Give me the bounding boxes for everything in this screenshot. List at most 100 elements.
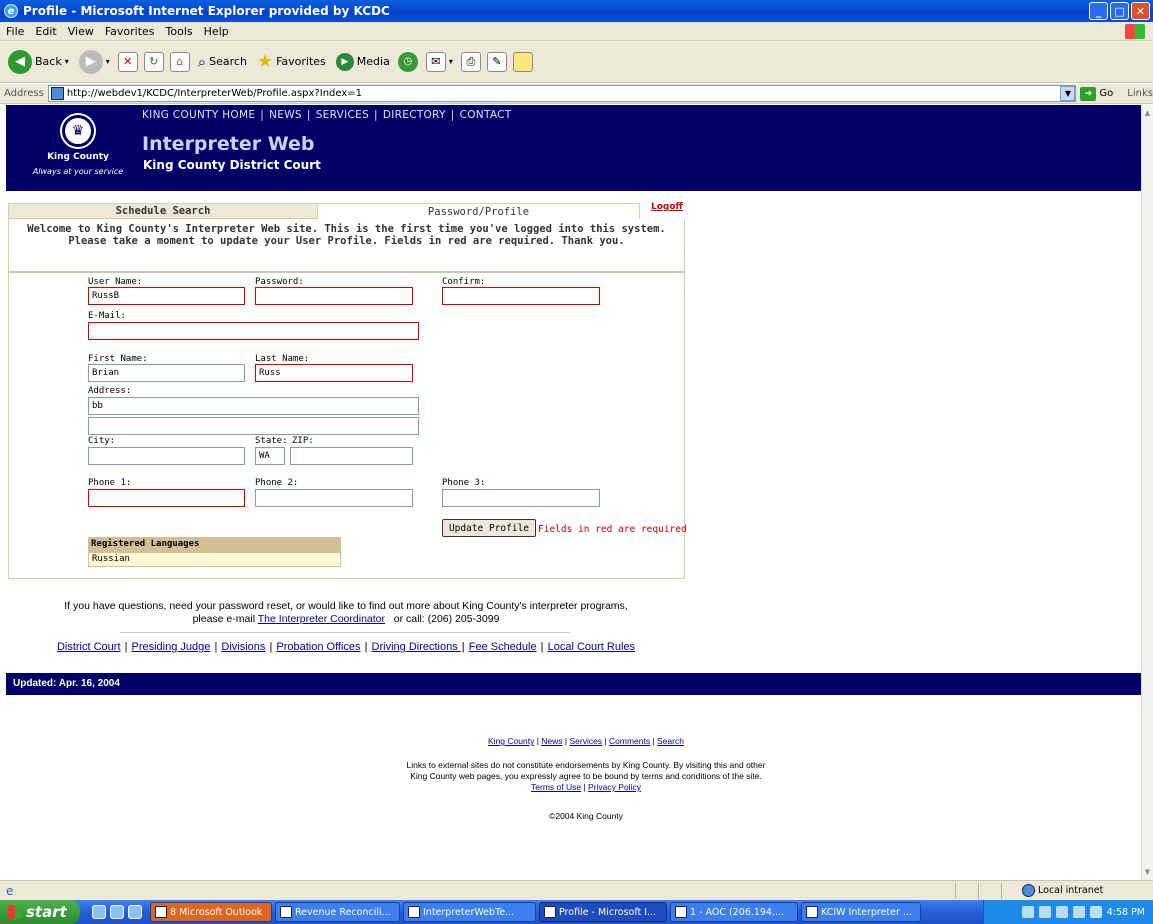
phone-2-field[interactable] bbox=[255, 489, 413, 507]
tray-icon[interactable] bbox=[1072, 906, 1085, 918]
privacy-policy-link[interactable]: Privacy Policy bbox=[588, 782, 641, 792]
task-outlook[interactable]: 8 Microsoft Outlook bbox=[150, 902, 272, 922]
nav-news[interactable]: NEWS bbox=[269, 109, 302, 121]
scroll-up-icon[interactable]: ▲ bbox=[1142, 107, 1153, 119]
refresh-icon[interactable]: ↻ bbox=[143, 51, 164, 72]
task-interpreterwebte[interactable]: InterpreterWebTe... bbox=[403, 902, 536, 922]
menu-help[interactable]: Help bbox=[204, 25, 229, 38]
window-title-bar[interactable]: e Profile - Microsoft Internet Explorer … bbox=[0, 0, 1153, 22]
comments-link[interactable]: Comments bbox=[609, 736, 650, 746]
start-button[interactable]: start bbox=[0, 900, 80, 924]
email-field[interactable] bbox=[88, 322, 419, 340]
forward-arrow-icon: ▶ bbox=[78, 49, 103, 74]
zip-field[interactable] bbox=[290, 447, 413, 465]
district-court-link[interactable]: District Court bbox=[57, 641, 121, 653]
phone-3-field[interactable] bbox=[442, 489, 600, 507]
username-field[interactable]: RussB bbox=[88, 287, 245, 305]
nav-directory[interactable]: DIRECTORY bbox=[383, 109, 446, 121]
tray-icon[interactable] bbox=[1021, 906, 1034, 918]
print-icon[interactable]: ⎙ bbox=[460, 51, 481, 72]
questions-line: If you have questions, need your passwor… bbox=[64, 600, 628, 612]
logoff-link[interactable]: Logoff bbox=[651, 202, 683, 212]
last-name-label: Last Name: bbox=[255, 354, 310, 364]
search-link[interactable]: Search bbox=[657, 736, 684, 746]
system-tray: 4:58 PM bbox=[983, 900, 1153, 924]
windows-logo-icon bbox=[1125, 24, 1145, 39]
local-court-rules-link[interactable]: Local Court Rules bbox=[548, 641, 635, 653]
quicklaunch-icon[interactable] bbox=[110, 905, 124, 919]
terms-of-use-link[interactable]: Terms of Use bbox=[531, 782, 581, 792]
history-icon[interactable]: ◷ bbox=[397, 51, 418, 72]
stop-icon[interactable]: ✕ bbox=[117, 51, 138, 72]
services-link[interactable]: Services bbox=[569, 736, 602, 746]
back-arrow-icon: ◀ bbox=[8, 49, 32, 74]
disclaimer: Links to external sites do not constitut… bbox=[236, 760, 936, 793]
nav-contact[interactable]: CONTACT bbox=[460, 109, 512, 121]
menu-view[interactable]: View bbox=[68, 25, 94, 38]
search-label: Search bbox=[209, 55, 247, 68]
king-county-link[interactable]: King County bbox=[488, 736, 534, 746]
mail-button[interactable]: ✉ ▾ bbox=[424, 47, 455, 77]
tray-icon[interactable] bbox=[1055, 906, 1068, 918]
favorites-button[interactable]: ★ Favorites bbox=[255, 47, 328, 77]
driving-directions-link[interactable]: Driving Directions bbox=[372, 641, 461, 653]
update-profile-button[interactable]: Update Profile bbox=[442, 519, 536, 537]
task-kciw[interactable]: KCIW Interpreter ... bbox=[801, 902, 921, 922]
task-revenue[interactable]: Revenue Reconcili... bbox=[275, 902, 400, 922]
top-navigation: KING COUNTY HOME | NEWS | SERVICES | DIRECTORY… bbox=[142, 109, 512, 121]
city-field[interactable] bbox=[88, 447, 245, 465]
probation-offices-link[interactable]: Probation Offices bbox=[276, 641, 360, 653]
chevron-down-icon[interactable]: ▼ bbox=[1060, 86, 1076, 101]
menu-edit[interactable]: Edit bbox=[35, 25, 56, 38]
address-input[interactable]: http://webdev1/KCDC/InterpreterWeb/Profi… bbox=[47, 85, 1077, 102]
nav-services[interactable]: SERVICES bbox=[316, 109, 369, 121]
vertical-scrollbar[interactable]: ▲ ▼ bbox=[1141, 105, 1153, 880]
address-line-1-field[interactable]: bb bbox=[88, 397, 419, 415]
outlook-icon bbox=[155, 906, 167, 918]
menu-favorites[interactable]: Favorites bbox=[105, 25, 155, 38]
maximize-button[interactable]: □ bbox=[1110, 2, 1129, 20]
tab-schedule-search[interactable]: Schedule Search bbox=[8, 203, 318, 219]
edit-icon[interactable]: ✎ bbox=[486, 51, 507, 72]
phone-2-label: Phone 2: bbox=[255, 478, 299, 488]
state-field[interactable]: WA bbox=[255, 447, 285, 465]
search-button[interactable]: ⌕ Search bbox=[196, 47, 249, 77]
quicklaunch-icon[interactable] bbox=[128, 905, 142, 919]
first-name-field[interactable]: Brian bbox=[88, 364, 245, 382]
last-name-field[interactable]: Russ bbox=[255, 364, 413, 382]
king-county-logo[interactable]: ♛ King County Always at your service bbox=[28, 115, 128, 176]
username-label: User Name: bbox=[88, 277, 143, 287]
security-zone: Local intranet bbox=[1022, 884, 1103, 897]
menu-tools[interactable]: Tools bbox=[166, 25, 193, 38]
menu-file[interactable]: File bbox=[6, 25, 24, 38]
home-icon[interactable]: ⌂ bbox=[169, 51, 190, 72]
forward-button[interactable]: ▶ ▾ bbox=[77, 47, 112, 77]
minimize-button[interactable]: _ bbox=[1089, 2, 1108, 20]
task-aoc[interactable]: 1 - AOC (206.194.... bbox=[670, 902, 798, 922]
phone-1-field[interactable] bbox=[88, 489, 245, 507]
tab-password-profile[interactable]: Password/Profile bbox=[318, 203, 640, 219]
back-button[interactable]: ◀ Back ▾ bbox=[6, 47, 71, 77]
task-label: InterpreterWebTe... bbox=[423, 906, 515, 918]
notes-icon[interactable] bbox=[512, 51, 533, 72]
copyright: ©2004 King County bbox=[549, 811, 623, 821]
news-link[interactable]: News bbox=[541, 736, 562, 746]
address-line-2-field[interactable] bbox=[88, 417, 419, 435]
scroll-down-icon[interactable]: ▼ bbox=[1142, 866, 1153, 878]
task-profile-ie[interactable]: Profile - Microsoft I... bbox=[539, 902, 667, 922]
nav-king-county-home[interactable]: KING COUNTY HOME bbox=[142, 109, 255, 121]
confirm-password-field[interactable] bbox=[442, 287, 600, 305]
tray-icon[interactable] bbox=[1038, 906, 1051, 918]
divisions-link[interactable]: Divisions bbox=[221, 641, 265, 653]
media-button[interactable]: ▶ Media bbox=[334, 47, 392, 77]
tray-icon[interactable] bbox=[1089, 906, 1102, 918]
interpreter-coordinator-link[interactable]: The Interpreter Coordinator bbox=[258, 613, 385, 625]
close-button[interactable]: ✕ bbox=[1131, 2, 1150, 20]
password-field[interactable] bbox=[255, 287, 413, 305]
go-button[interactable]: ➔ Go bbox=[1080, 86, 1113, 101]
fee-schedule-link[interactable]: Fee Schedule bbox=[469, 641, 537, 653]
presiding-judge-link[interactable]: Presiding Judge bbox=[132, 641, 211, 653]
clock[interactable]: 4:58 PM bbox=[1107, 907, 1145, 918]
quicklaunch-icon[interactable] bbox=[92, 905, 106, 919]
links-button[interactable]: Links bbox=[1127, 88, 1153, 99]
